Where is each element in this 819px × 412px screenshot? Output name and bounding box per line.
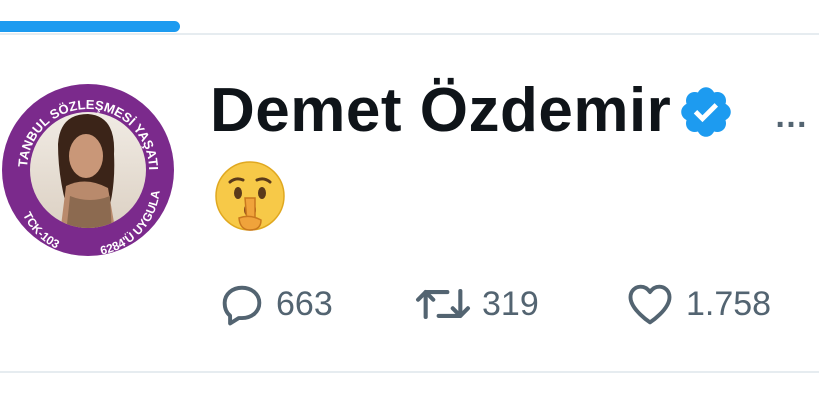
like-count: 1.758 bbox=[686, 284, 772, 323]
retweet-button[interactable]: 319 bbox=[412, 278, 539, 330]
retweet-count: 319 bbox=[482, 284, 539, 323]
author-display-name[interactable]: Demet Özdemir bbox=[210, 72, 671, 150]
progress-bar bbox=[0, 21, 180, 32]
more-options-button[interactable]: … bbox=[774, 97, 810, 136]
progress-track bbox=[0, 33, 819, 35]
reply-icon bbox=[216, 278, 268, 330]
heart-icon bbox=[622, 278, 678, 330]
shushing-face-emoji bbox=[214, 160, 286, 232]
reply-button[interactable]: 663 bbox=[216, 278, 333, 330]
like-button[interactable]: 1.758 bbox=[622, 278, 771, 330]
verified-badge-icon bbox=[677, 83, 735, 141]
retweet-icon bbox=[412, 278, 474, 330]
reply-count: 663 bbox=[276, 284, 333, 323]
avatar[interactable]: İSTANBUL SÖZLEŞMESİ YAŞATIR TCK-103 6284… bbox=[0, 62, 176, 258]
divider bbox=[0, 371, 819, 373]
author-name-row[interactable]: Demet Özdemir bbox=[210, 72, 735, 150]
